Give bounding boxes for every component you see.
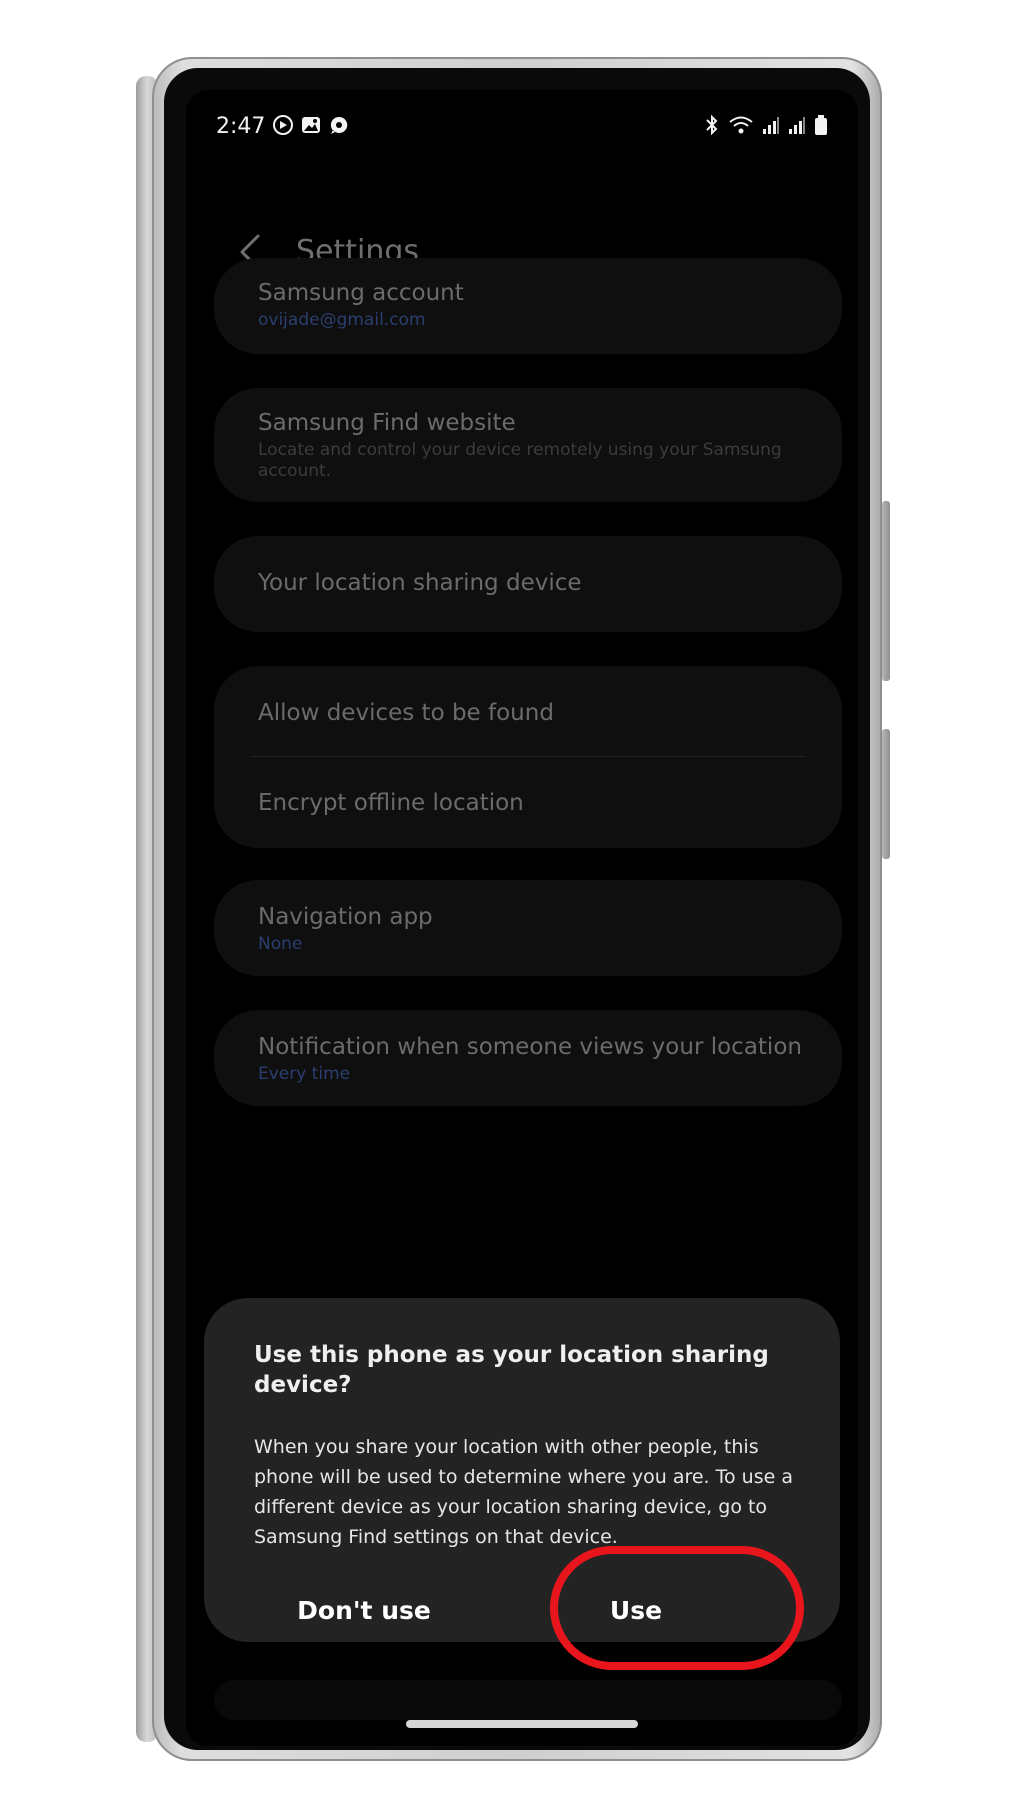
location-sharing-dialog: Use this phone as your location sharing …: [204, 1298, 840, 1642]
chat-bubble-icon: [330, 116, 348, 134]
navigation-app-title: Navigation app: [258, 904, 433, 930]
home-indicator[interactable]: [406, 1720, 638, 1728]
notification-views-item[interactable]: Notification when someone views your loc…: [214, 1010, 842, 1106]
location-sharing-device-item[interactable]: Your location sharing device: [214, 536, 842, 632]
volume-button: [882, 501, 890, 681]
whatsapp-status-icon: [273, 115, 293, 135]
samsung-account-item[interactable]: Samsung account ovijade@gmail.com: [214, 258, 842, 354]
signal-icon-2: [789, 117, 805, 134]
status-left-icons: [272, 114, 350, 136]
power-button: [882, 729, 890, 859]
samsung-account-email: ovijade@gmail.com: [258, 310, 426, 330]
notification-views-value: Every time: [258, 1064, 351, 1084]
phone-screen: 2:47 Settings Samsung account ovijade@gm…: [186, 90, 858, 1746]
dialog-title: Use this phone as your location sharing …: [254, 1342, 769, 1398]
use-button[interactable]: Use: [516, 1582, 756, 1638]
status-bar: 2:47: [186, 90, 858, 150]
location-sharing-device-title: Your location sharing device: [258, 570, 582, 596]
allow-devices-found-title: Allow devices to be found: [258, 700, 554, 726]
allow-devices-found-item[interactable]: Allow devices to be found: [258, 700, 802, 726]
wifi-icon: [729, 116, 753, 134]
samsung-find-website-description: Locate and control your device remotely …: [258, 440, 782, 481]
samsung-find-website-title: Samsung Find website: [258, 410, 516, 436]
find-options-group: Allow devices to be found Encrypt offlin…: [214, 666, 842, 848]
navigation-app-value: None: [258, 934, 303, 954]
signal-icon: [763, 117, 779, 134]
samsung-find-website-item[interactable]: Samsung Find website Locate and control …: [214, 388, 842, 502]
status-right-icons: [704, 114, 828, 136]
encrypt-offline-location-item[interactable]: Encrypt offline location: [258, 790, 802, 816]
notification-views-title: Notification when someone views your loc…: [258, 1034, 802, 1060]
dont-use-button[interactable]: Don't use: [244, 1582, 484, 1638]
samsung-account-title: Samsung account: [258, 280, 464, 306]
group-divider: [250, 756, 806, 757]
dialog-body: When you share your location with other …: [254, 1436, 793, 1548]
background-card-peek: [214, 1680, 842, 1720]
battery-icon: [815, 115, 827, 135]
gallery-icon: [302, 117, 320, 133]
encrypt-offline-location-title: Encrypt offline location: [258, 790, 524, 816]
navigation-app-item[interactable]: Navigation app None: [214, 880, 842, 976]
status-time: 2:47: [216, 114, 266, 139]
bluetooth-icon: [706, 114, 718, 136]
